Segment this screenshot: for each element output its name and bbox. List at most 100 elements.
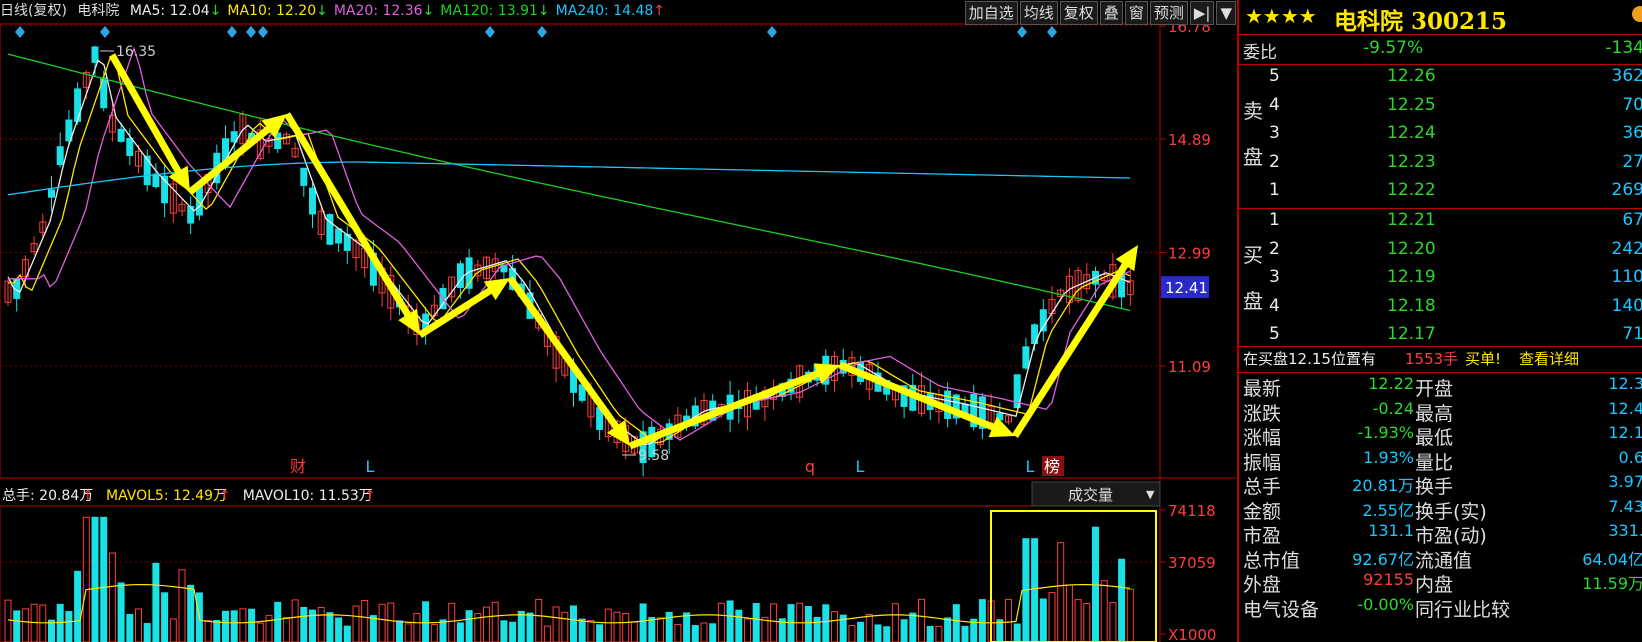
volume-legend-item: MAVOL5: 12.49万 <box>106 488 227 504</box>
stat-value: 331. <box>1608 521 1642 540</box>
volume-bar <box>517 610 525 642</box>
toolbar-button[interactable]: ▶| <box>1189 1 1215 25</box>
volume-bar <box>1109 602 1117 642</box>
volume-bar <box>430 624 438 642</box>
bid-price: 12.17 <box>1387 324 1436 344</box>
panel-divider <box>1239 64 1642 65</box>
toolbar-button[interactable]: 复权 <box>1059 1 1098 25</box>
stat-label: 开盘 <box>1415 378 1454 400</box>
level-index: 1 <box>1269 210 1280 230</box>
stat-label: 流通值 <box>1415 549 1473 572</box>
toolbar-button[interactable]: 加自选 <box>964 1 1018 25</box>
stat-value: 12.3 <box>1608 374 1642 393</box>
volume-selector-label: 成交量 <box>1068 486 1113 504</box>
volume-bar <box>396 620 403 642</box>
toolbar-button[interactable]: 叠 <box>1099 1 1123 25</box>
ask-price: 12.25 <box>1387 94 1436 115</box>
volume-tick-label: 37059 <box>1168 554 1216 572</box>
volume-bar <box>813 616 821 642</box>
toolbar-button[interactable]: ▼ <box>1216 1 1236 25</box>
volume-bar <box>300 606 308 642</box>
volume-bar <box>335 617 343 642</box>
bid-price: 12.21 <box>1387 210 1436 230</box>
volume-bar <box>1083 602 1091 642</box>
stat-value: 20.81万 <box>1352 476 1414 495</box>
volume-bar <box>143 623 151 642</box>
ma-legend-item: MA20: 12.36↓ <box>333 3 435 19</box>
volume-bar <box>691 625 699 642</box>
toolbar-button[interactable]: 预测 <box>1149 1 1188 25</box>
event-diamond-icon <box>258 26 268 38</box>
volume-bar <box>369 615 377 642</box>
volume-tick-label: X1000 <box>1168 626 1216 642</box>
ma-legend-item: MA120: 13.91↓ <box>440 3 550 19</box>
event-diamond-icon <box>246 26 256 38</box>
stat-label: 市盈 <box>1243 525 1282 547</box>
volume-bar <box>1039 598 1047 642</box>
volume-bar <box>657 617 664 642</box>
volume-bar <box>709 623 717 642</box>
volume-bar <box>935 625 943 642</box>
volume-bar <box>152 562 160 642</box>
volume-bar <box>918 598 925 642</box>
chevron-down-icon: ▼ <box>1146 488 1155 501</box>
level-index: 4 <box>1269 94 1280 115</box>
volume-bar <box>822 604 830 642</box>
volume-bar <box>561 611 569 642</box>
ma-legend-item: MA5: 12.04↓ <box>129 3 222 19</box>
panel-divider <box>1239 372 1642 373</box>
stat-value: 12.1 <box>1608 423 1642 442</box>
stat-value: 12.22 <box>1368 374 1414 393</box>
volume-highlight-box <box>990 510 1157 642</box>
notice-link[interactable]: 查看详细 <box>1519 348 1579 369</box>
candle-body <box>152 173 160 188</box>
volume-bar <box>222 610 229 642</box>
ma20-line <box>8 46 1131 441</box>
volume-bar <box>48 619 55 642</box>
ask-volume: 362 <box>1611 66 1642 86</box>
ma-trend-arrow: ↓ <box>422 3 435 19</box>
kline-chart[interactable]: 16.7814.8912.9911.0912.4116.359.58财 Lq L L 榜… <box>0 0 1236 642</box>
stat-value: -1.93% <box>1357 423 1414 442</box>
volume-bar <box>230 610 238 642</box>
stat-value: 64.04亿 <box>1582 549 1642 569</box>
volume-bar <box>91 516 99 642</box>
ma-legend-item: MA10: 12.20↓ <box>227 3 328 19</box>
event-marker: L <box>856 457 865 476</box>
volume-bar <box>674 624 682 642</box>
level-index: 5 <box>1269 66 1280 86</box>
level-index: 2 <box>1269 238 1280 259</box>
price-tick-label: 11.09 <box>1168 358 1211 376</box>
volume-bar <box>570 605 577 642</box>
panel-divider <box>1239 346 1642 347</box>
stat-value: 12.4 <box>1608 398 1642 418</box>
volume-bar <box>874 624 882 642</box>
volume-bar <box>613 611 621 642</box>
event-diamond-icon <box>1017 26 1027 38</box>
stat-row: 电气设备 -0.00% 同行业比较 <box>1239 595 1642 623</box>
ask-row: 1 12.22 269 <box>1239 180 1642 208</box>
stock-title: 电科院 300215 <box>1334 8 1508 35</box>
toolbar-button[interactable]: 窗 <box>1124 1 1148 25</box>
volume-bar <box>483 606 490 642</box>
volume-bar <box>352 605 360 642</box>
volume-bar <box>543 625 551 642</box>
volume-bar <box>900 619 908 642</box>
volume-bar <box>178 569 186 642</box>
globe-icon[interactable] <box>1632 6 1642 22</box>
volume-trend-arrow: ↑ <box>82 488 94 504</box>
stat-value: 92155 <box>1363 570 1414 589</box>
volume-bar <box>274 601 282 642</box>
volume-bar <box>509 621 517 642</box>
volume-bar <box>744 618 751 642</box>
volume-bar <box>65 611 73 642</box>
volume-bar <box>387 602 395 642</box>
stat-label: 总手 <box>1243 476 1282 498</box>
volume-bar <box>491 601 499 642</box>
volume-bar <box>952 604 960 642</box>
candle-body <box>91 46 99 63</box>
volume-bar <box>1031 538 1039 642</box>
toolbar-button[interactable]: 均线 <box>1019 1 1058 25</box>
volume-legend-item: 总手: 20.84万 <box>2 488 93 504</box>
volume-bar <box>378 603 386 642</box>
